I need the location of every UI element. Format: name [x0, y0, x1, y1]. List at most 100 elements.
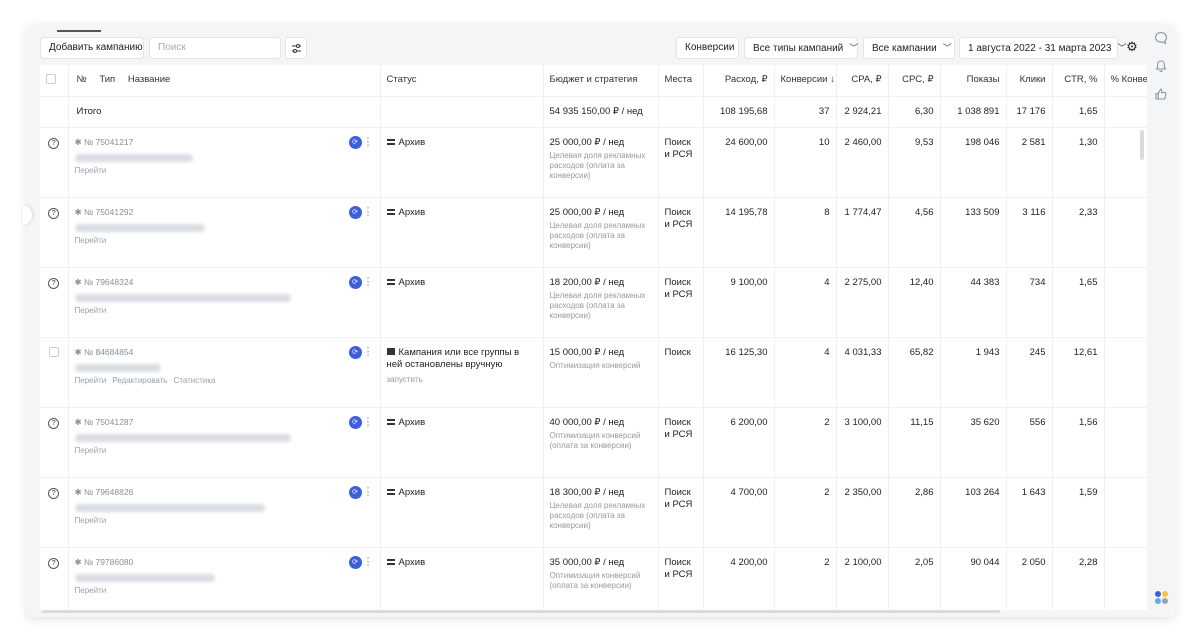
- header-budget[interactable]: Бюджет и стратегия: [543, 65, 659, 97]
- active-tab-indicator: [57, 30, 101, 32]
- add-campaign-button[interactable]: Добавить кампанию: [40, 37, 144, 59]
- total-ctr: 1,65: [1052, 96, 1105, 128]
- header-status[interactable]: Статус: [380, 65, 544, 97]
- cpc-cell: 4,56: [888, 197, 941, 268]
- archive-icon: [386, 208, 395, 215]
- campaign-link[interactable]: Редактировать: [112, 376, 167, 385]
- more-menu-icon[interactable]: ⋮: [363, 555, 374, 568]
- header-clicks[interactable]: Клики: [1006, 65, 1053, 97]
- more-menu-icon[interactable]: ⋮: [363, 415, 374, 428]
- campaign-name-cell[interactable]: ✱ № 84684854 Перейти Редактировать Статисти…: [68, 337, 381, 408]
- campaign-link[interactable]: Перейти: [75, 166, 107, 175]
- campaign-types-select[interactable]: Все типы кампаний ﹀: [744, 37, 858, 59]
- table-row[interactable]: ? ✱ № 79648826 Перейти ⟳ ⋮ Архив 18 300,00 ₽ /…: [40, 477, 1147, 548]
- strategy-badge-icon[interactable]: ⟳: [348, 135, 362, 149]
- sliders-icon[interactable]: [285, 37, 307, 59]
- header-conversions[interactable]: Конверсии ↓: [774, 65, 837, 97]
- chevron-down-icon: ﹀: [849, 43, 859, 53]
- impressions-cell: 198 046: [940, 127, 1007, 198]
- apps-icon[interactable]: [1155, 591, 1169, 605]
- table-row[interactable]: ? ✱ № 75041287 Перейти ⟳ ⋮ Архив 40 000,00 ₽ /…: [40, 407, 1147, 478]
- help-icon[interactable]: ?: [48, 557, 60, 569]
- conversions-cell: 8: [774, 197, 837, 268]
- search-input[interactable]: Поиск: [149, 37, 281, 59]
- campaign-type-icon: ✱: [74, 276, 82, 287]
- help-icon[interactable]: ?: [48, 277, 60, 289]
- status-action-link[interactable]: запустить: [387, 375, 537, 384]
- cpa-cell: 2 350,00: [836, 477, 889, 548]
- help-icon[interactable]: ?: [48, 487, 60, 499]
- campaign-link[interactable]: Перейти: [75, 236, 107, 245]
- thumbs-up-icon[interactable]: [1153, 87, 1169, 103]
- impressions-cell: 35 620: [940, 407, 1007, 478]
- ctr-cell: 1,59: [1052, 477, 1105, 548]
- table-row[interactable]: ✱ № 84684854 Перейти Редактировать Статисти…: [40, 337, 1147, 408]
- campaign-name-cell[interactable]: ✱ № 79786080 Перейти ⟳ ⋮: [68, 547, 381, 610]
- campaign-name-cell[interactable]: ✱ № 79648826 Перейти ⟳ ⋮: [68, 477, 381, 548]
- header-cpa[interactable]: CPA, ₽: [836, 65, 889, 97]
- row-checkbox[interactable]: [48, 346, 59, 357]
- help-icon[interactable]: ?: [48, 137, 60, 149]
- help-icon[interactable]: ?: [48, 207, 60, 219]
- strategy-text: Оптимизация конверсий (оплата за конверс…: [549, 430, 641, 450]
- budget-cell: 35 000,00 ₽ / нед Оптимизация конверсий (…: [543, 547, 659, 610]
- more-menu-icon[interactable]: ⋮: [363, 485, 374, 498]
- header-impressions[interactable]: Показы: [940, 65, 1007, 97]
- conversions-cell: 10: [774, 127, 837, 198]
- bell-icon[interactable]: [1153, 59, 1169, 75]
- help-icon[interactable]: ?: [48, 417, 60, 429]
- campaign-name-cell[interactable]: ✱ № 75041292 Перейти ⟳ ⋮: [68, 197, 381, 268]
- vertical-scrollbar[interactable]: [1140, 130, 1144, 160]
- campaign-link[interactable]: Перейти: [75, 446, 107, 455]
- table-row[interactable]: ? ✱ № 79648324 Перейти ⟳ ⋮ Архив 18 200,00 ₽ /…: [40, 267, 1147, 338]
- strategy-badge-icon[interactable]: ⟳: [348, 485, 362, 499]
- more-menu-icon[interactable]: ⋮: [363, 135, 374, 148]
- chat-icon[interactable]: [1153, 31, 1169, 47]
- header-conversion-rate[interactable]: % Конве: [1104, 65, 1147, 97]
- campaign-id: № 79648826: [84, 486, 134, 497]
- places-cell: Поиск и РСЯ: [658, 407, 704, 478]
- ctr-cell: 2,33: [1052, 197, 1105, 268]
- strategy-badge-icon[interactable]: ⟳: [348, 345, 362, 359]
- header-places[interactable]: Места: [658, 65, 704, 97]
- more-menu-icon[interactable]: ⋮: [363, 205, 374, 218]
- select-all-checkbox[interactable]: [40, 65, 69, 97]
- ctr-cell: 12,61: [1052, 337, 1105, 408]
- campaigns-label: Все кампании: [872, 43, 937, 54]
- more-menu-icon[interactable]: ⋮: [363, 345, 374, 358]
- impressions-cell: 44 383: [940, 267, 1007, 338]
- campaign-link[interactable]: Перейти: [75, 376, 107, 385]
- budget-cell: 40 000,00 ₽ / нед Оптимизация конверсий (…: [543, 407, 659, 478]
- spend-cell: 9 100,00: [703, 267, 775, 338]
- campaign-link[interactable]: Перейти: [75, 516, 107, 525]
- campaign-link[interactable]: Перейти: [75, 306, 107, 315]
- table-row[interactable]: ? ✱ № 75041292 Перейти ⟳ ⋮ Архив 25 000,00 ₽ /…: [40, 197, 1147, 268]
- strategy-badge-icon[interactable]: ⟳: [348, 205, 362, 219]
- strategy-badge-icon[interactable]: ⟳: [348, 275, 362, 289]
- header-name[interactable]: № Тип Название: [68, 65, 381, 97]
- campaign-link[interactable]: Перейти: [75, 586, 107, 595]
- gear-icon[interactable]: ⚙: [1123, 39, 1141, 57]
- campaigns-select[interactable]: Все кампании ﹀: [863, 37, 955, 59]
- header-cpc[interactable]: CPC, ₽: [888, 65, 941, 97]
- horizontal-scrollbar[interactable]: [42, 610, 1000, 613]
- strategy-badge-icon[interactable]: ⟳: [348, 555, 362, 569]
- strategy-badge-icon[interactable]: ⟳: [348, 415, 362, 429]
- header-spend[interactable]: Расход, ₽: [703, 65, 775, 97]
- header-ctr[interactable]: CTR, %: [1052, 65, 1105, 97]
- clicks-cell: 734: [1006, 267, 1053, 338]
- impressions-cell: 103 264: [940, 477, 1007, 548]
- campaign-link[interactable]: Статистика: [173, 376, 215, 385]
- campaign-name-cell[interactable]: ✱ № 75041287 Перейти ⟳ ⋮: [68, 407, 381, 478]
- conversions-cell: 4: [774, 337, 837, 408]
- more-menu-icon[interactable]: ⋮: [363, 275, 374, 288]
- budget-value: 25 000,00 ₽ / нед: [549, 206, 625, 218]
- campaign-name-cell[interactable]: ✱ № 79648324 Перейти ⟳ ⋮: [68, 267, 381, 338]
- table-row[interactable]: ? ✱ № 79786080 Перейти ⟳ ⋮ Архив 35 000,00 ₽ /…: [40, 547, 1147, 610]
- table-row[interactable]: ? ✱ № 75041217 Перейти ⟳ ⋮ Архив 25 000,00 ₽ /…: [40, 127, 1147, 198]
- conversions-button[interactable]: Конверсии: [676, 37, 739, 59]
- cpa-cell: 1 774,47: [836, 197, 889, 268]
- header-type: Тип: [99, 74, 116, 85]
- campaign-name-cell[interactable]: ✱ № 75041217 Перейти ⟳ ⋮: [68, 127, 381, 198]
- date-range-select[interactable]: 1 августа 2022 - 31 марта 2023 ﹀: [959, 37, 1126, 59]
